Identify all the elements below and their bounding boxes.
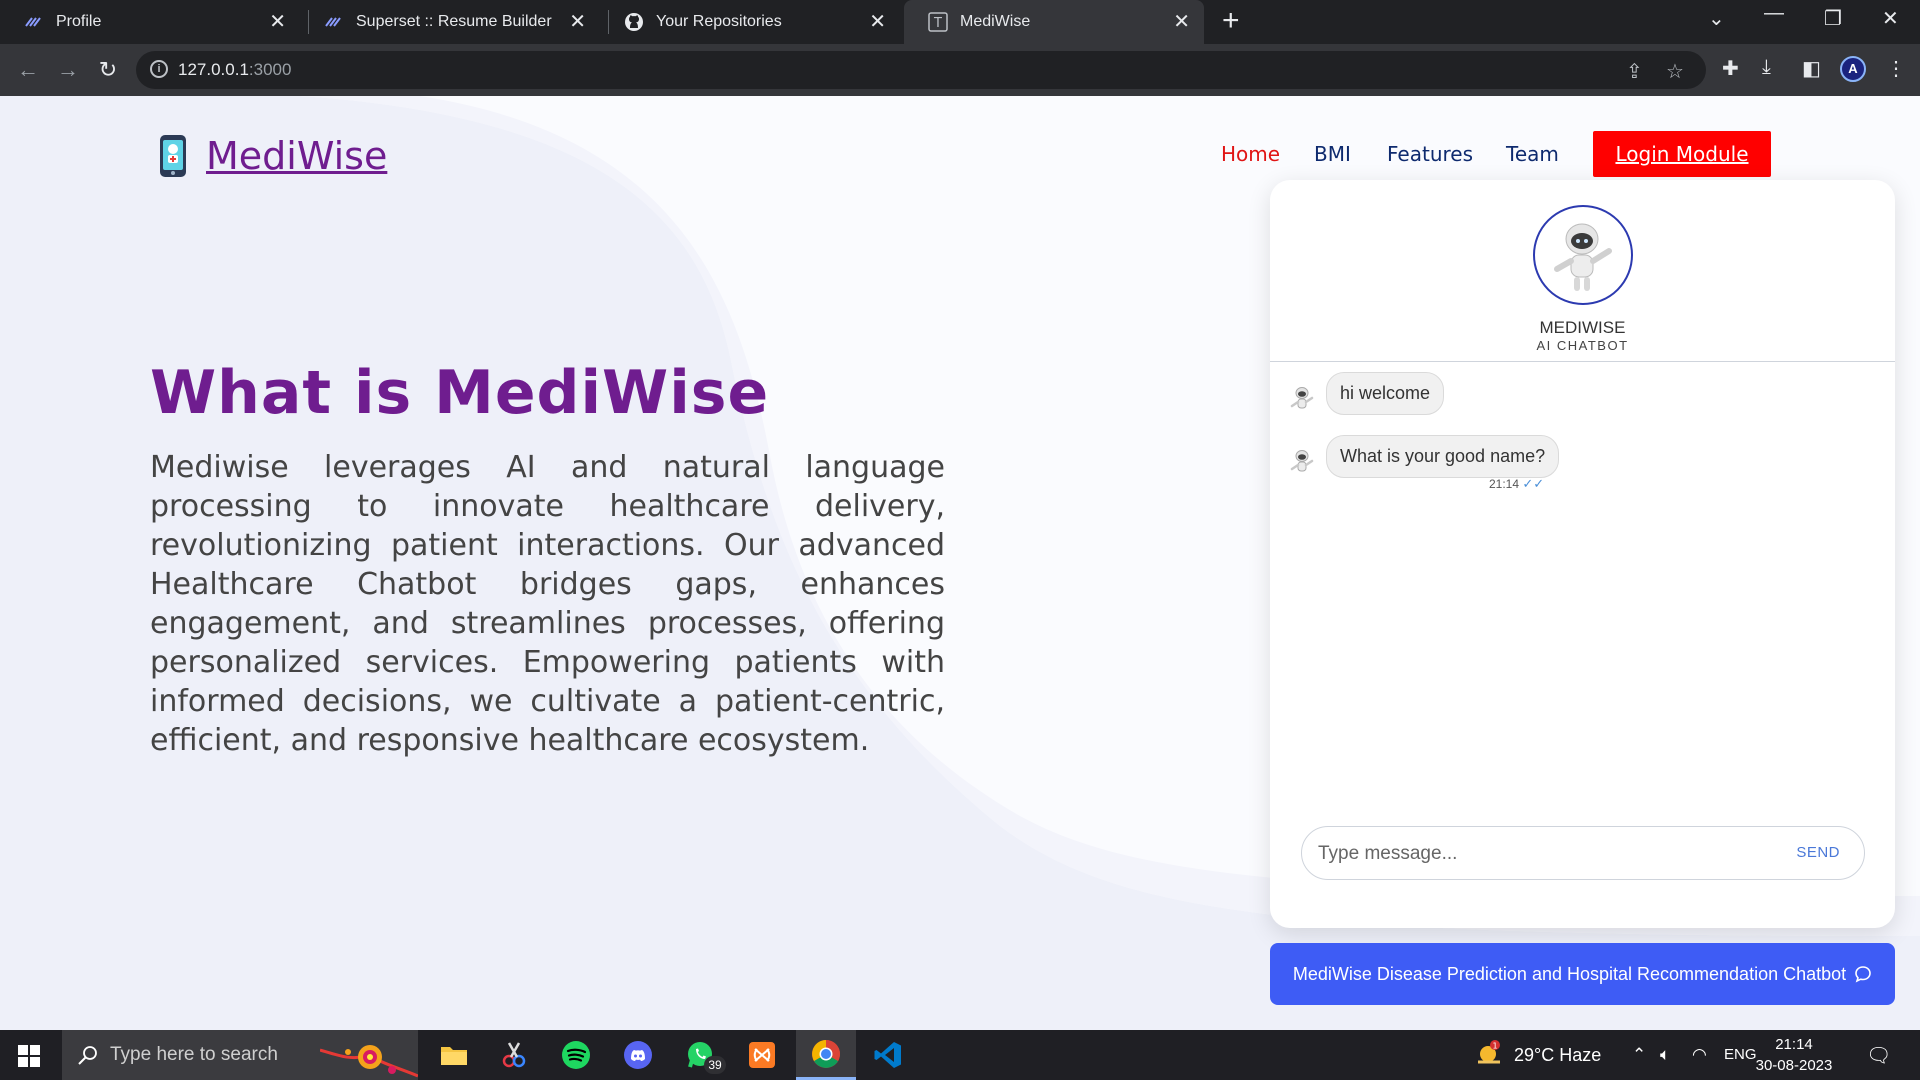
- tab-title: Superset :: Resume Builder: [356, 13, 552, 30]
- superset-logo-icon: [324, 12, 344, 32]
- nav-features[interactable]: Features: [1387, 142, 1473, 166]
- svg-text:T: T: [933, 16, 942, 31]
- browser-tab-bar: Profile ✕ Superset :: Resume Builder ✕ Y…: [0, 0, 1920, 44]
- letter-t-icon: T: [928, 12, 948, 32]
- tab-mediwise[interactable]: T MediWise ✕: [904, 0, 1204, 44]
- bot-name: MEDIWISE: [1539, 318, 1626, 337]
- robot-avatar-icon: [1533, 205, 1633, 305]
- nav-team[interactable]: Team: [1506, 142, 1559, 166]
- tab-resume-builder[interactable]: Superset :: Resume Builder ✕: [300, 0, 600, 44]
- browser-toolbar: ← → ↻ i 127.0.0.1:3000 ⇪ ☆ ✚ ⤓ ◧ A ⋮: [0, 44, 1920, 96]
- search-placeholder: Type here to search: [110, 1044, 278, 1065]
- weather-alert-count: 1: [1492, 1042, 1497, 1051]
- minimize-button[interactable]: —: [1764, 2, 1784, 25]
- notification-badge: 39: [704, 1056, 726, 1074]
- tab-title: Profile: [56, 13, 102, 30]
- spotify-icon[interactable]: [546, 1030, 606, 1080]
- main-navigation: Home BMI Features Team Login Module: [0, 131, 1920, 177]
- close-icon[interactable]: ✕: [269, 11, 286, 33]
- wifi-icon[interactable]: ◠: [1692, 1045, 1707, 1065]
- message-bubble: hi welcome: [1326, 372, 1445, 415]
- notification-center-icon[interactable]: 🗨︎: [1866, 1043, 1891, 1068]
- login-module-button[interactable]: Login Module: [1593, 131, 1771, 177]
- tab-title: MediWise: [960, 13, 1031, 30]
- close-icon[interactable]: ✕: [869, 11, 886, 33]
- clock-time: 21:14: [1775, 1036, 1813, 1053]
- chat-message: hi welcome: [1286, 372, 1445, 415]
- nav-bmi[interactable]: BMI: [1314, 142, 1351, 166]
- chatbot-toggle-button[interactable]: MediWise Disease Prediction and Hospital…: [1270, 943, 1895, 1005]
- superset-logo-icon: [24, 12, 44, 32]
- file-explorer-icon[interactable]: [424, 1030, 484, 1080]
- double-check-icon: ✓✓: [1522, 476, 1545, 491]
- chatbot-toggle-label: MediWise Disease Prediction and Hospital…: [1292, 963, 1847, 984]
- side-panel-icon[interactable]: ◧: [1802, 56, 1821, 81]
- close-window-button[interactable]: ✕: [1882, 6, 1899, 31]
- taskbar-search[interactable]: Type here to search: [62, 1030, 418, 1080]
- weather-text[interactable]: 29°C Haze: [1514, 1045, 1601, 1066]
- clock-date: 30-08-2023: [1755, 1057, 1833, 1074]
- message-bubble: What is your good name?: [1326, 435, 1560, 478]
- back-button[interactable]: ←: [14, 56, 42, 84]
- xampp-icon[interactable]: [732, 1030, 792, 1080]
- chat-bubble-icon: [1855, 966, 1871, 983]
- address-bar[interactable]: i 127.0.0.1:3000 ⇪ ☆: [136, 51, 1706, 89]
- hero-description: Mediwise leverages AI and natural langua…: [150, 450, 945, 758]
- hero-title: What is MediWise: [150, 358, 770, 428]
- chat-header-divider: [1270, 361, 1895, 362]
- tray-chevron-up-icon[interactable]: ⌃: [1632, 1045, 1646, 1065]
- send-button[interactable]: SEND: [1796, 844, 1840, 861]
- tab-search-chevron-icon[interactable]: ⌄: [1708, 6, 1725, 31]
- robot-icon: [1286, 446, 1318, 478]
- nav-home[interactable]: Home: [1221, 142, 1280, 166]
- tab-your-repositories[interactable]: Your Repositories ✕: [600, 0, 900, 44]
- message-input-wrapper: SEND: [1301, 826, 1865, 880]
- discord-icon[interactable]: [608, 1030, 668, 1080]
- weather-icon[interactable]: 1: [1474, 1040, 1504, 1073]
- whatsapp-icon[interactable]: 39: [670, 1030, 730, 1080]
- chatbot-panel: MEDIWISE AI CHATBOT hi welcome What is y…: [1270, 180, 1895, 928]
- close-icon[interactable]: ✕: [569, 11, 586, 33]
- menu-kebab-icon[interactable]: ⋮: [1886, 56, 1906, 81]
- chrome-icon[interactable]: [796, 1030, 856, 1080]
- chat-message: What is your good name?: [1286, 435, 1560, 478]
- tab-title: Your Repositories: [656, 13, 782, 30]
- close-icon[interactable]: ✕: [1173, 11, 1190, 33]
- url-text: 127.0.0.1:3000: [178, 60, 292, 79]
- bot-subtitle: AI CHATBOT: [1536, 338, 1629, 353]
- system-clock[interactable]: 21:14 30-08-2023: [1752, 1034, 1836, 1076]
- tab-profile[interactable]: Profile ✕: [0, 0, 300, 44]
- windows-start-icon[interactable]: [18, 1045, 40, 1067]
- message-input[interactable]: [1318, 841, 1758, 867]
- search-icon: [78, 1046, 97, 1065]
- message-timestamp: 21:14 ✓✓: [1489, 476, 1545, 491]
- github-icon: [624, 12, 644, 32]
- forward-button[interactable]: →: [54, 56, 82, 84]
- profile-avatar[interactable]: A: [1840, 56, 1866, 82]
- reload-button[interactable]: ↻: [94, 56, 122, 84]
- bookmark-star-icon[interactable]: ☆: [1666, 59, 1684, 84]
- share-icon[interactable]: ⇪: [1626, 59, 1643, 84]
- site-info-icon[interactable]: i: [150, 60, 168, 78]
- windows-taskbar: Type here to search 39 1 29°C Haze ⌃ 🔈︎ …: [0, 1030, 1920, 1080]
- restore-button[interactable]: ❐: [1824, 6, 1842, 31]
- robot-icon: [1286, 383, 1318, 415]
- snipping-tool-icon[interactable]: [484, 1030, 544, 1080]
- rakhi-decoration-icon: [320, 1045, 418, 1078]
- volume-icon[interactable]: 🔈︎: [1660, 1045, 1670, 1065]
- vscode-icon[interactable]: [858, 1030, 918, 1080]
- extensions-puzzle-icon[interactable]: ✚: [1722, 56, 1739, 81]
- download-icon[interactable]: ⤓: [1762, 56, 1771, 79]
- new-tab-button[interactable]: +: [1222, 6, 1240, 36]
- page-content: MediWise Home BMI Features Team Login Mo…: [0, 96, 1920, 1030]
